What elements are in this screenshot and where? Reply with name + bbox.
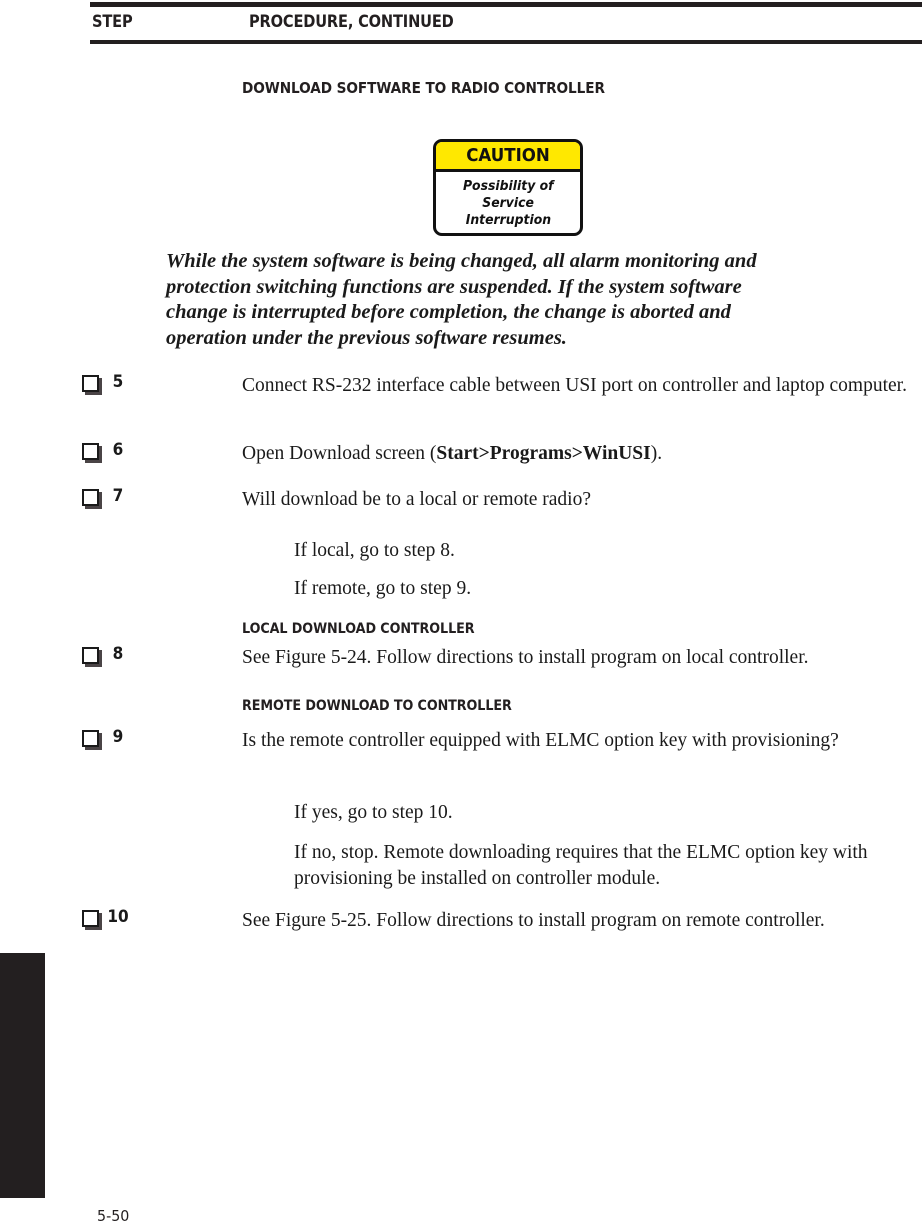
caution-box: CAUTION Possibility of Service Interrupt… bbox=[433, 139, 583, 236]
step-number-8: 8 bbox=[112, 644, 124, 664]
step-number-9: 9 bbox=[112, 727, 124, 747]
step-9-sub-line-2: If no, stop. Remote downloading requires… bbox=[294, 842, 868, 889]
step-text-7: Will download be to a local or remote ra… bbox=[242, 489, 592, 510]
step-checkbox-6[interactable] bbox=[82, 443, 99, 460]
step-checkbox-10[interactable] bbox=[82, 910, 99, 927]
section-heading-local: LOCAL DOWNLOAD CONTROLLER bbox=[242, 621, 475, 637]
caution-line-2: Service bbox=[482, 194, 534, 211]
caution-body: Possibility of Service Interruption bbox=[436, 172, 580, 233]
header-rule-bottom bbox=[90, 40, 922, 44]
header-procedure-label: PROCEDURE, CONTINUED bbox=[249, 12, 454, 32]
document-page: STEP PROCEDURE, CONTINUED DOWNLOAD SOFTW… bbox=[0, 0, 922, 1225]
step-number-6: 6 bbox=[112, 440, 124, 460]
step-text-5: Connect RS-232 interface cable between U… bbox=[242, 375, 907, 396]
warning-paragraph: While the system software is being chang… bbox=[166, 249, 850, 351]
step-7-sub-line-2: If remote, go to step 9. bbox=[294, 578, 472, 599]
step-text-6: Open Download screen (Start>Programs>Win… bbox=[242, 441, 922, 467]
page-number: 5-50 bbox=[97, 1207, 130, 1225]
step-text-6-after: ). bbox=[650, 443, 663, 464]
step-checkbox-5[interactable] bbox=[82, 375, 99, 392]
step-number-10: 10 bbox=[107, 907, 129, 927]
step-number-7: 7 bbox=[112, 486, 124, 506]
caution-line-3: Interruption bbox=[465, 211, 551, 228]
warning-line-4: operation under the previous software re… bbox=[166, 326, 567, 349]
page-title: DOWNLOAD SOFTWARE TO RADIO CONTROLLER bbox=[242, 79, 605, 97]
caution-heading-text: CAUTION bbox=[466, 145, 550, 166]
step-text-6-before: Open Download screen ( bbox=[242, 443, 437, 464]
step-text-10: See Figure 5-25. Follow directions to in… bbox=[242, 910, 825, 931]
step-text-6-menu-path: Start>Programs>WinUSI bbox=[436, 443, 651, 464]
header-step-label: STEP bbox=[92, 12, 133, 32]
step-text-9: Is the remote controller equipped with E… bbox=[242, 730, 839, 751]
step-9-sub-line-1: If yes, go to step 10. bbox=[294, 802, 453, 823]
header-rule-top bbox=[90, 2, 922, 7]
step-7-sub-line-1: If local, go to step 8. bbox=[294, 540, 455, 561]
warning-line-1: While the system software is being chang… bbox=[166, 250, 757, 272]
step-text-8: See Figure 5-24. Follow directions to in… bbox=[242, 647, 809, 668]
step-checkbox-8[interactable] bbox=[82, 647, 99, 664]
step-number-5: 5 bbox=[112, 372, 124, 392]
caution-heading-bar: CAUTION bbox=[436, 142, 580, 172]
caution-line-1: Possibility of bbox=[462, 177, 554, 194]
chapter-thumb-tab bbox=[0, 953, 45, 1198]
step-checkbox-9[interactable] bbox=[82, 730, 99, 747]
section-heading-remote: REMOTE DOWNLOAD TO CONTROLLER bbox=[242, 698, 512, 714]
warning-line-2: protection switching functions are suspe… bbox=[166, 275, 742, 298]
step-checkbox-7[interactable] bbox=[82, 489, 99, 506]
warning-line-3: change is interrupted before completion,… bbox=[166, 301, 731, 323]
